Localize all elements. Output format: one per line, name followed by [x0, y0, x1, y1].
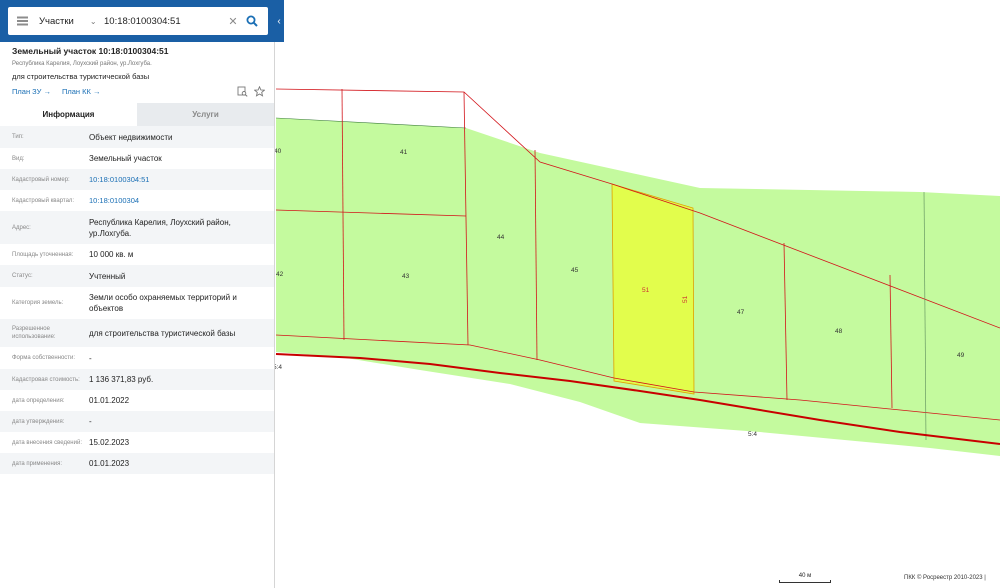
scale-label: 40 м: [798, 573, 812, 579]
row-value: 1 136 371,83 руб.: [89, 375, 154, 384]
parcel-permitted-use: для строительства туристической базы: [12, 72, 150, 81]
info-row-cadastral-quarter: Кадастровый квартал: 10:18:0100304: [0, 190, 274, 211]
info-row-date-entered: дата внесения сведений: 15.02.2023: [0, 432, 274, 453]
row-label: Кадастровый номер:: [12, 176, 70, 183]
row-value: для строительства туристической базы: [89, 328, 236, 338]
scale-bar: [779, 580, 831, 583]
parcel-label-41[interactable]: 41: [400, 149, 408, 156]
parcel-label-45[interactable]: 45: [571, 267, 579, 274]
row-value: Земли особо охраняемых территорий и объе…: [89, 293, 237, 313]
selected-parcel-51[interactable]: [611, 183, 695, 395]
info-row-cadastral-value: Кадастровая стоимость: 1 136 371,83 руб.: [0, 369, 274, 390]
parcel-label-42[interactable]: 42: [276, 271, 284, 278]
search-box: Участки ⌄ ✕: [8, 7, 268, 35]
info-row-address: Адрес: Республика Карелия, Лоухский райо…: [0, 211, 274, 244]
info-row-date-applied: дата применения: 01.01.2023: [0, 453, 274, 474]
info-panel: Земельный участок 10:18:0100304:51 Респу…: [0, 42, 275, 588]
plan-links: План ЗУ → План КК →: [12, 87, 100, 96]
object-type-select[interactable]: Участки ⌄: [36, 16, 104, 27]
collapse-panel-icon[interactable]: ‹: [274, 12, 284, 30]
clear-icon[interactable]: ✕: [226, 15, 240, 28]
search-input[interactable]: [104, 15, 224, 27]
panel-tabs: Информация Услуги: [0, 103, 274, 126]
parcel-label-48[interactable]: 48: [835, 328, 843, 335]
plan-zu-link[interactable]: План ЗУ →: [12, 87, 51, 96]
parcel-address: Республика Карелия, Лоухский район, ур.Л…: [12, 61, 152, 67]
row-value: -: [89, 353, 92, 363]
row-label: Разрешенное использование:: [12, 326, 56, 340]
row-label: Форма собственности:: [12, 355, 76, 361]
parcel-label-44[interactable]: 44: [497, 234, 505, 241]
star-icon[interactable]: [253, 85, 265, 97]
row-value: 15.02.2023: [89, 438, 130, 447]
row-value: 10 000 кв. м: [89, 250, 134, 259]
document-search-icon[interactable]: [236, 85, 248, 97]
app-root: 40 41 42 43 44 45 51 51 47 48 49 5:4 5:4…: [0, 0, 1000, 588]
info-row-permitted-use: Разрешенное использование: для строитель…: [0, 319, 274, 347]
row-label: Статус:: [12, 273, 33, 279]
search-icon[interactable]: [242, 11, 262, 31]
info-row-kind: Вид: Земельный участок: [0, 148, 274, 169]
row-value: Объект недвижимости: [89, 132, 173, 142]
parcel-label-40[interactable]: 40: [274, 148, 282, 155]
row-label: дата утверждения:: [12, 418, 65, 425]
info-row-cadastral-number: Кадастровый номер: 10:18:0100304:51: [0, 169, 274, 190]
menu-icon[interactable]: [8, 7, 36, 35]
info-table: Тип: Объект недвижимости Вид: Земельный …: [0, 126, 274, 474]
row-value: Республика Карелия, Лоухский район, ур.Л…: [89, 217, 231, 238]
cadastral-number-link[interactable]: 10:18:0100304:51: [89, 174, 274, 185]
tab-information[interactable]: Информация: [0, 103, 137, 126]
row-label: дата определения:: [12, 397, 65, 404]
row-label: Вид:: [12, 155, 25, 162]
info-row-area: Площадь уточненная: 10 000 кв. м: [0, 244, 274, 265]
attribution: ПКК © Росреестр 2010-2023 |: [904, 575, 986, 581]
parcel-label-51[interactable]: 51: [642, 287, 650, 294]
parcel-label-43[interactable]: 43: [402, 273, 410, 280]
chevron-down-icon: ⌄: [89, 16, 97, 26]
parcel-label-49[interactable]: 49: [957, 352, 965, 359]
row-value: -: [89, 417, 92, 426]
plan-kk-link[interactable]: План КК →: [62, 87, 101, 96]
panel-actions: [236, 85, 265, 97]
boundary-label: 5:4: [748, 431, 757, 438]
map-scale: 40 м: [779, 573, 831, 583]
parcel-title: Земельный участок 10:18:0100304:51: [12, 46, 169, 56]
info-row-land-category: Категория земель: Земли особо охраняемых…: [0, 287, 274, 319]
row-label: дата применения:: [12, 460, 63, 467]
cadastral-quarter-link[interactable]: 10:18:0100304: [89, 195, 274, 206]
parcel-label-47[interactable]: 47: [737, 309, 745, 316]
row-label: Тип:: [12, 134, 24, 140]
object-type-label: Участки: [39, 15, 74, 27]
tab-services[interactable]: Услуги: [137, 103, 274, 126]
info-row-date-approved: дата утверждения: -: [0, 411, 274, 432]
row-value: 01.01.2023: [89, 459, 130, 468]
search-bar: Участки ⌄ ✕ ‹: [0, 0, 284, 42]
info-row-ownership: Форма собственности: -: [0, 347, 274, 369]
row-label: Кадастровый квартал:: [12, 197, 75, 204]
row-label: Категория земель:: [12, 300, 64, 306]
row-label: дата внесения сведений:: [12, 439, 82, 446]
row-value: Учтенный: [89, 271, 126, 281]
info-row-status: Статус: Учтенный: [0, 265, 274, 287]
parcel-edge-label-51: 51: [682, 295, 689, 303]
row-label: Адрес:: [12, 224, 31, 231]
row-label: Кадастровая стоимость:: [12, 376, 80, 383]
row-value: 01.01.2022: [89, 396, 130, 405]
info-row-type: Тип: Объект недвижимости: [0, 126, 274, 148]
row-label: Площадь уточненная:: [12, 251, 74, 258]
row-value: Земельный участок: [89, 154, 162, 163]
info-row-date-determined: дата определения: 01.01.2022: [0, 390, 274, 411]
